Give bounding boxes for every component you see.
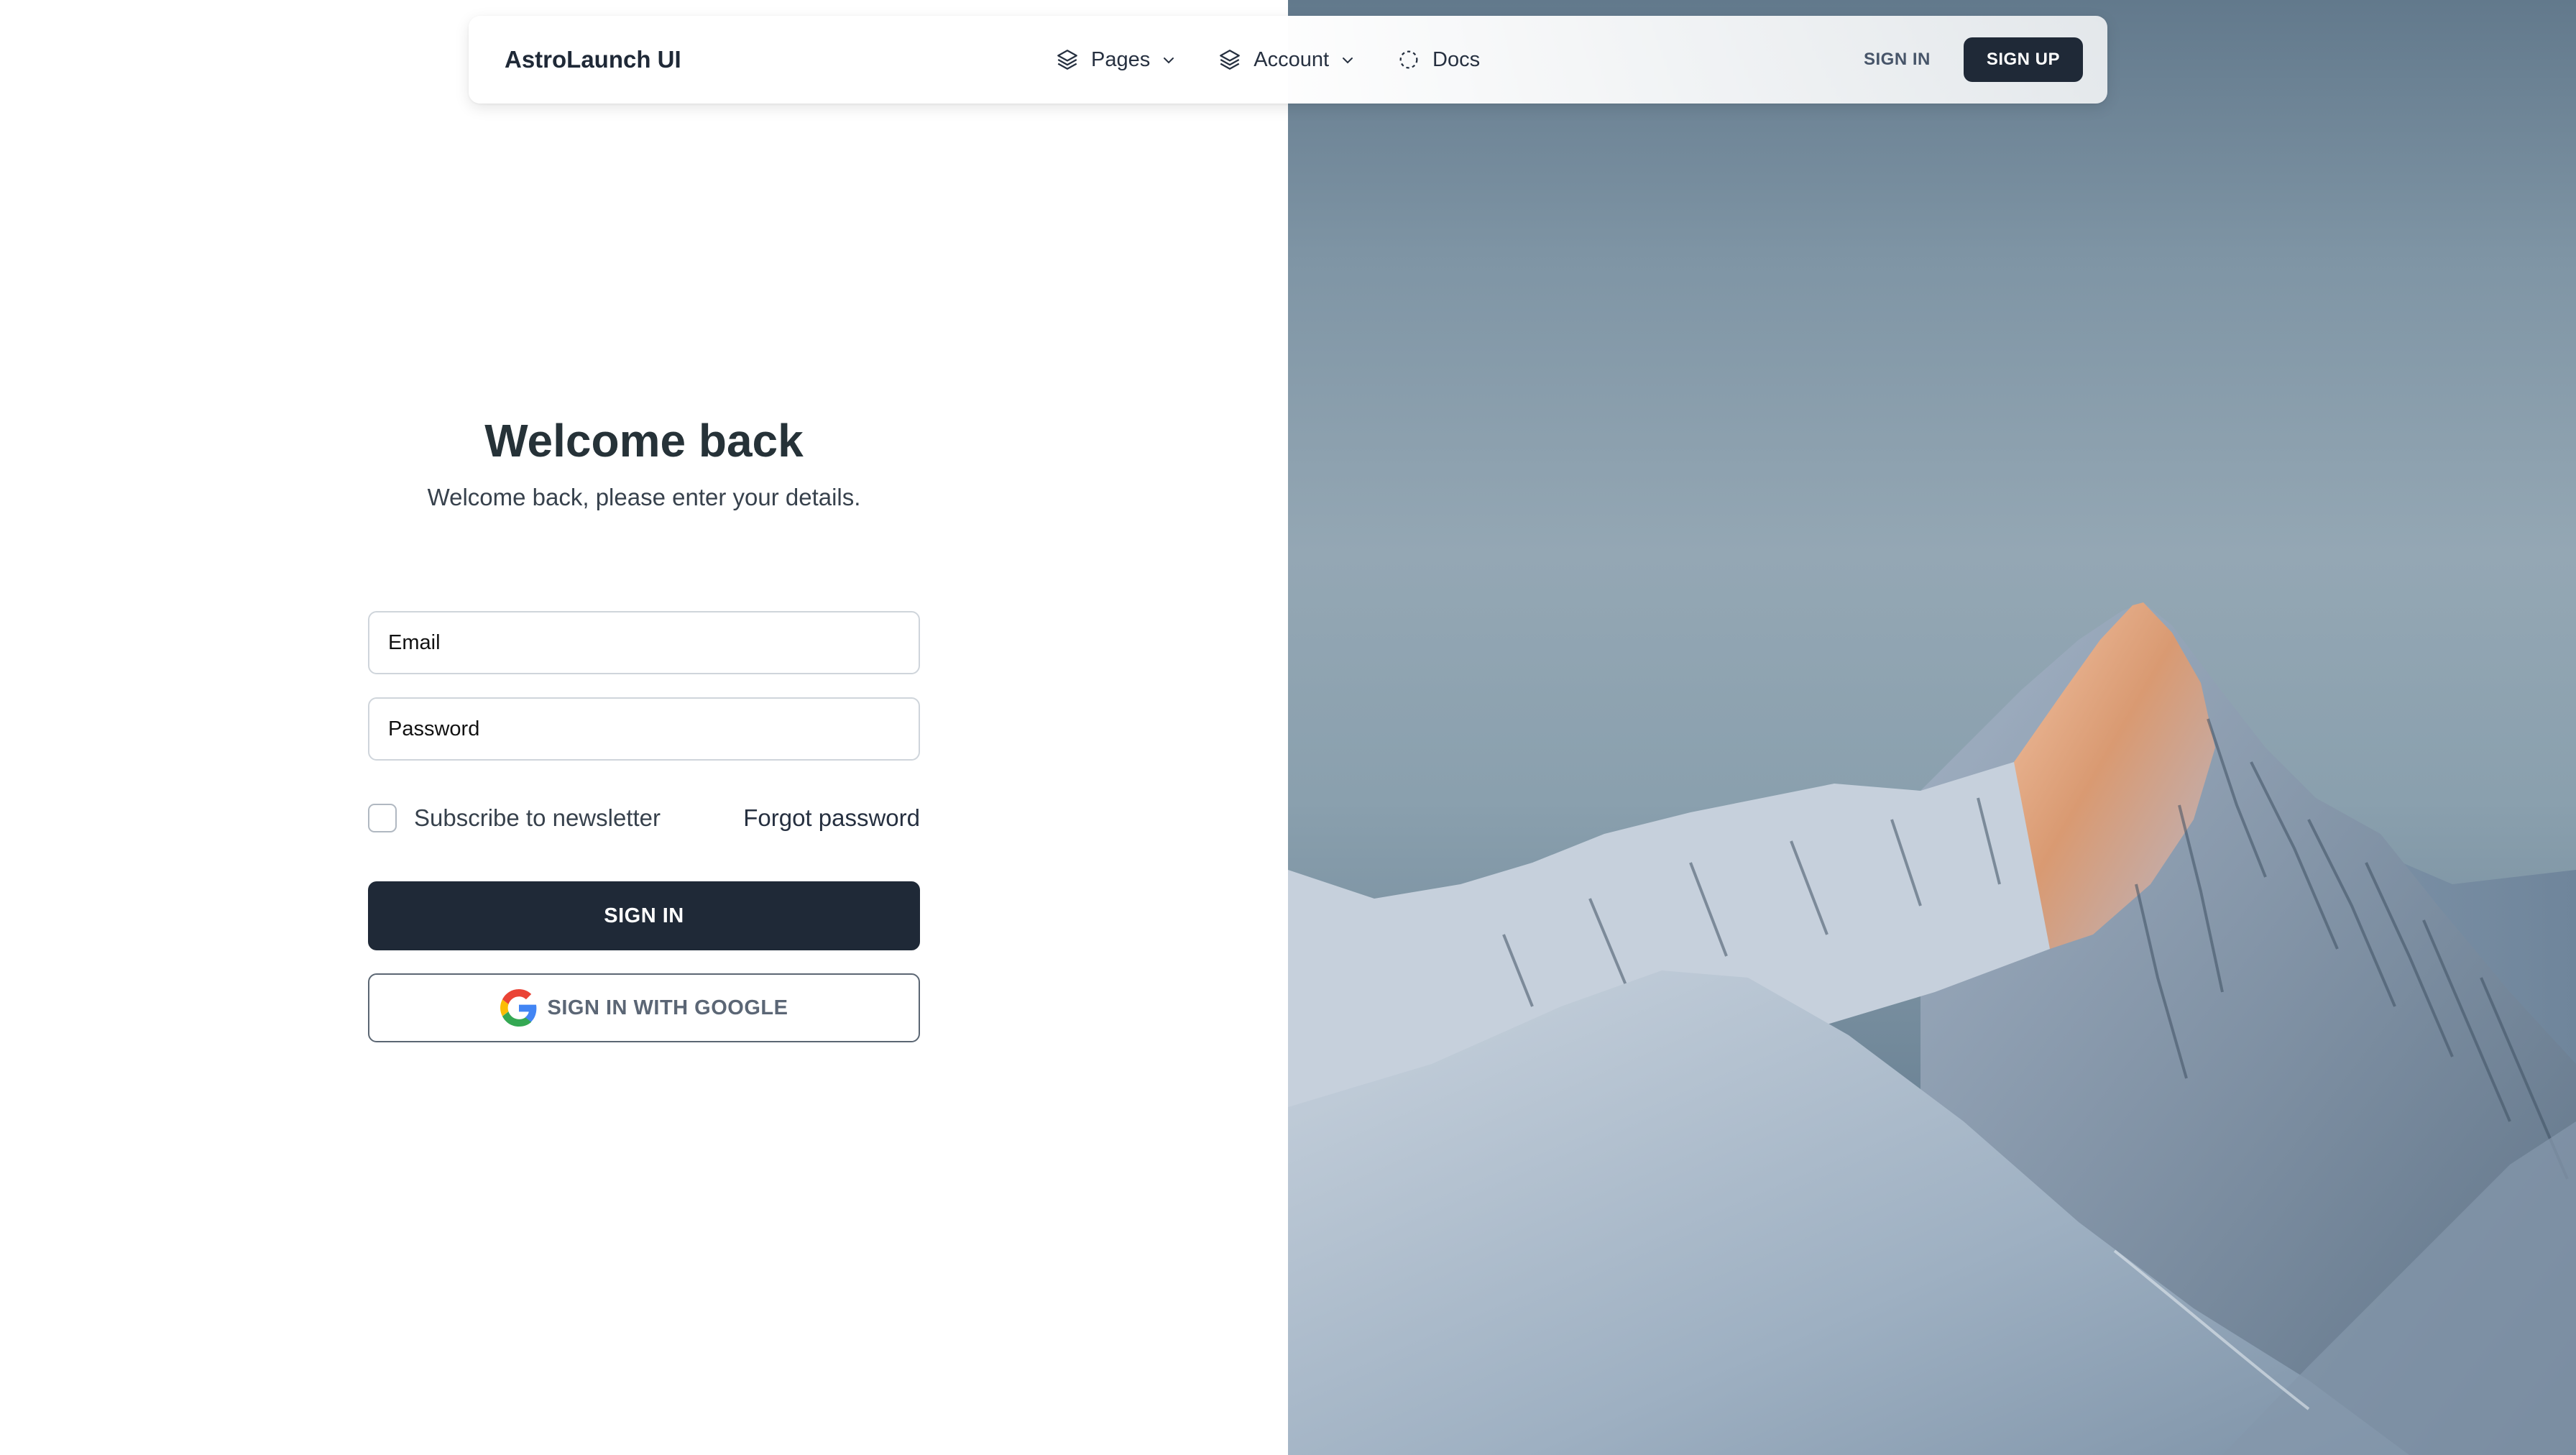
- nav-actions: SIGN IN SIGN UP: [1846, 16, 2083, 104]
- page-title: Welcome back: [484, 415, 804, 467]
- mountain-hero-image: [1288, 0, 2576, 1455]
- sign-in-button[interactable]: SIGN IN: [368, 881, 920, 950]
- chevron-down-icon: [1160, 51, 1177, 68]
- google-sign-in-button[interactable]: SIGN IN WITH GOOGLE: [368, 973, 920, 1042]
- nav-sign-up-button[interactable]: SIGN UP: [1963, 37, 2083, 82]
- form-options: Subscribe to newsletter Forgot password: [368, 798, 920, 837]
- layers-icon: [1218, 47, 1242, 72]
- nav-sign-in-button[interactable]: SIGN IN: [1846, 50, 1948, 70]
- layers-icon: [1055, 47, 1080, 72]
- login-form: Welcome back Welcome back, please enter …: [368, 410, 920, 1042]
- nav-account-dropdown[interactable]: Account: [1218, 38, 1356, 81]
- forgot-password-link[interactable]: Forgot password: [743, 798, 920, 838]
- email-field[interactable]: [368, 611, 920, 674]
- password-field[interactable]: [368, 697, 920, 761]
- google-sign-in-label: SIGN IN WITH GOOGLE: [547, 996, 788, 1019]
- nav-links: Pages Account Docs: [1055, 16, 1520, 104]
- google-icon: [500, 989, 538, 1027]
- dashed-circle-icon: [1397, 47, 1421, 72]
- sign-in-page: AstroLaunch UI Pages Account Docs SIGN I…: [0, 0, 2576, 1455]
- brand-logo[interactable]: AstroLaunch UI: [505, 16, 681, 104]
- nav-pages-label: Pages: [1091, 47, 1151, 71]
- newsletter-label[interactable]: Subscribe to newsletter: [414, 798, 661, 838]
- nav-docs-label: Docs: [1432, 47, 1481, 71]
- nav-docs-link[interactable]: Docs: [1397, 38, 1480, 81]
- nav-pages-dropdown[interactable]: Pages: [1055, 38, 1177, 81]
- top-navbar: AstroLaunch UI Pages Account Docs SIGN I…: [469, 16, 2107, 104]
- chevron-down-icon: [1339, 51, 1356, 68]
- page-subtitle: Welcome back, please enter your details.: [427, 484, 861, 510]
- newsletter-checkbox[interactable]: [368, 804, 397, 832]
- nav-account-label: Account: [1254, 47, 1330, 71]
